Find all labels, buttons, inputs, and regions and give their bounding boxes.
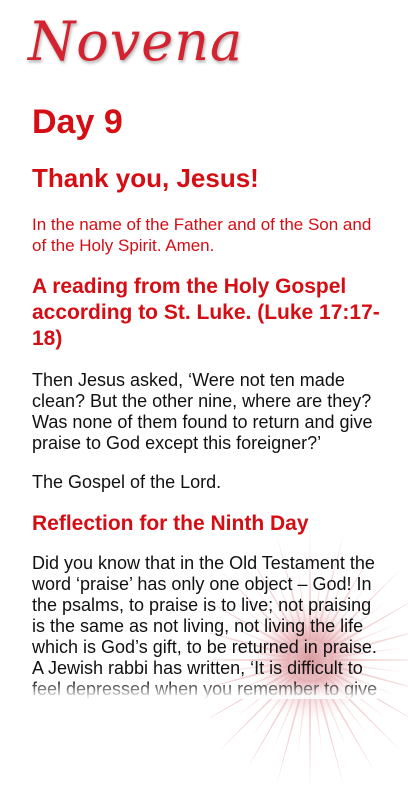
novena-logo: Novena	[28, 0, 258, 92]
novena-page: Novena Day 9 Thank you, Jesus! In the na…	[0, 0, 408, 800]
reading-title: A reading from the Holy Gospel according…	[32, 275, 380, 350]
opening-prayer: In the name of the Father and of the Son…	[32, 215, 372, 255]
day-title: Day 9	[32, 103, 123, 141]
text-fade	[32, 681, 380, 699]
reflection-text: Did you know that in the Old Testament t…	[32, 553, 380, 699]
reading-closing: The Gospel of the Lord.	[32, 472, 222, 492]
reflection-title: Reflection for the Ninth Day	[32, 512, 309, 535]
reading-text: Then Jesus asked, ‘Were not ten made cle…	[32, 370, 373, 453]
page-subtitle: Thank you, Jesus!	[32, 163, 259, 193]
novena-content: Day 9 Thank you, Jesus! In the name of t…	[32, 96, 380, 699]
logo-text: Novena	[28, 10, 244, 73]
reflection-body: Did you know that in the Old Testament t…	[32, 553, 377, 699]
